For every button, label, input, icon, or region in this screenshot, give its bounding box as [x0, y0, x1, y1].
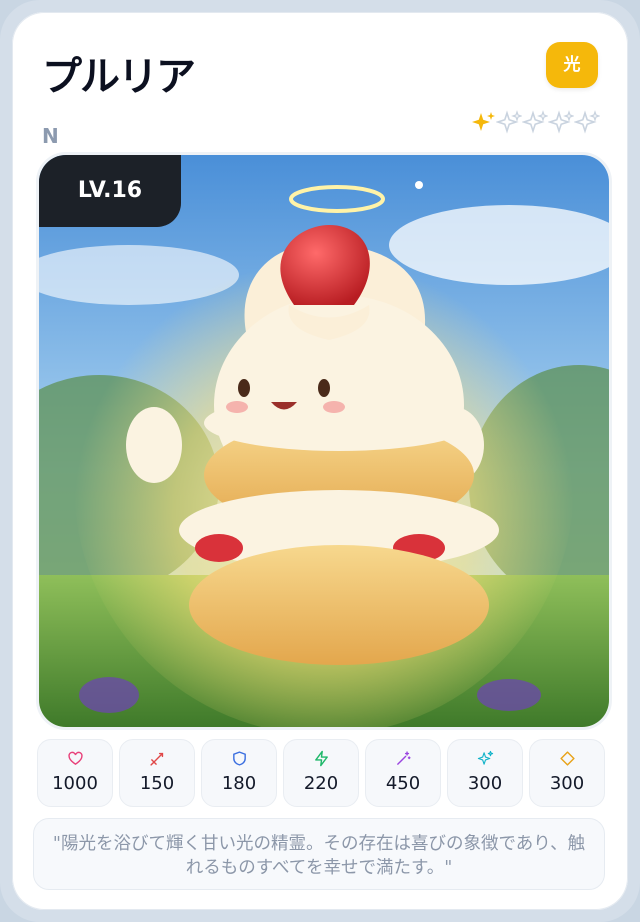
character-name: プルリア	[42, 54, 196, 100]
stat-speed-value: 220	[303, 773, 339, 794]
stat-spirit: 300	[447, 739, 523, 807]
stat-magic-value: 450	[385, 773, 421, 794]
bolt-icon	[315, 750, 328, 767]
element-badge: 光	[546, 42, 598, 88]
sword-icon	[150, 752, 164, 766]
stat-hp-value: 1000	[52, 773, 98, 794]
character-card[interactable]: プルリア 光 N LV.16 1000 150 180 220 450 300 …	[12, 12, 628, 910]
stat-attack: 150	[119, 739, 195, 807]
character-artwork: LV.16	[36, 152, 612, 730]
stat-attack-value: 150	[139, 773, 175, 794]
magic-wand-icon	[397, 751, 411, 765]
star-icon-empty	[522, 110, 548, 134]
star-icon-empty	[548, 110, 574, 134]
stat-luck-value: 300	[549, 773, 585, 794]
diamond-icon	[560, 751, 575, 766]
stat-speed: 220	[283, 739, 359, 807]
level-badge: LV.16	[39, 155, 181, 227]
stat-luck: 300	[529, 739, 605, 807]
stat-defense-value: 180	[221, 773, 257, 794]
stat-hp: 1000	[37, 739, 113, 807]
shield-icon	[233, 751, 246, 766]
stat-defense: 180	[201, 739, 277, 807]
stats-row: 1000 150 180 220 450 300 300	[37, 739, 605, 807]
character-illustration	[39, 155, 609, 727]
stat-spirit-value: 300	[467, 773, 503, 794]
star-icon-filled	[472, 112, 495, 131]
character-description: "陽光を浴びて輝く甘い光の精霊。その存在は喜びの象徴であり、触れるものすべてを幸…	[33, 818, 605, 890]
star-icon-empty	[574, 110, 600, 134]
star-icon-empty	[496, 110, 522, 134]
stat-magic: 450	[365, 739, 441, 807]
card-frame: プルリア 光 N LV.16 1000 150 180 220 450 300 …	[0, 0, 640, 922]
sparkle-icon	[477, 750, 494, 765]
heart-icon	[68, 751, 83, 766]
rarity-label: N	[42, 124, 59, 148]
